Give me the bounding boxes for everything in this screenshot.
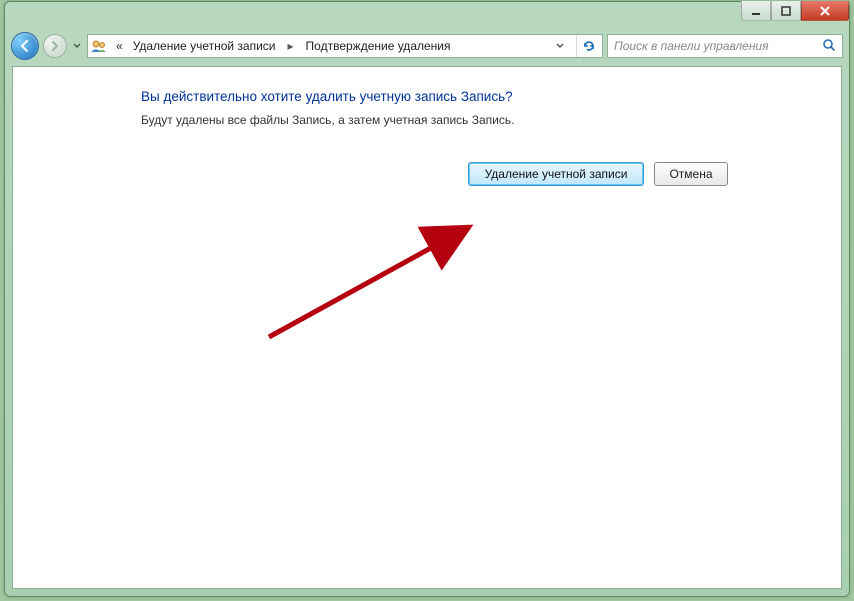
- annotation-arrow: [259, 217, 489, 347]
- search-placeholder: Поиск в панели управления: [614, 39, 769, 53]
- search-input[interactable]: Поиск в панели управления: [607, 34, 843, 58]
- window-frame: « Удаление учетной записи ▸ Подтверждени…: [4, 1, 850, 597]
- button-row: Удаление учетной записи Отмена: [468, 162, 728, 186]
- content-area: Вы действительно хотите удалить учетную …: [12, 66, 842, 589]
- search-icon[interactable]: [822, 38, 836, 55]
- forward-button[interactable]: [43, 34, 67, 58]
- back-button[interactable]: [11, 32, 39, 60]
- breadcrumb-seg-2[interactable]: Подтверждение удаления: [304, 39, 453, 53]
- nav-history-dropdown[interactable]: [71, 35, 83, 57]
- cancel-button[interactable]: Отмена: [654, 162, 728, 186]
- breadcrumb-prefix: «: [114, 39, 125, 53]
- page-heading: Вы действительно хотите удалить учетную …: [141, 89, 513, 104]
- window-controls: [741, 1, 849, 21]
- user-accounts-icon: [90, 37, 108, 55]
- address-bar[interactable]: « Удаление учетной записи ▸ Подтверждени…: [87, 34, 603, 58]
- breadcrumb-seg-1[interactable]: Удаление учетной записи: [131, 39, 278, 53]
- address-dropdown-icon[interactable]: [550, 39, 570, 53]
- maximize-button[interactable]: [771, 1, 801, 21]
- refresh-button[interactable]: [576, 35, 600, 57]
- delete-account-button[interactable]: Удаление учетной записи: [468, 162, 644, 186]
- breadcrumb-separator-icon: ▸: [284, 39, 298, 53]
- page-subtext: Будут удалены все файлы Запись, а затем …: [141, 113, 514, 127]
- close-button[interactable]: [801, 1, 849, 21]
- navigation-row: « Удаление учетной записи ▸ Подтверждени…: [11, 30, 843, 62]
- minimize-button[interactable]: [741, 1, 771, 21]
